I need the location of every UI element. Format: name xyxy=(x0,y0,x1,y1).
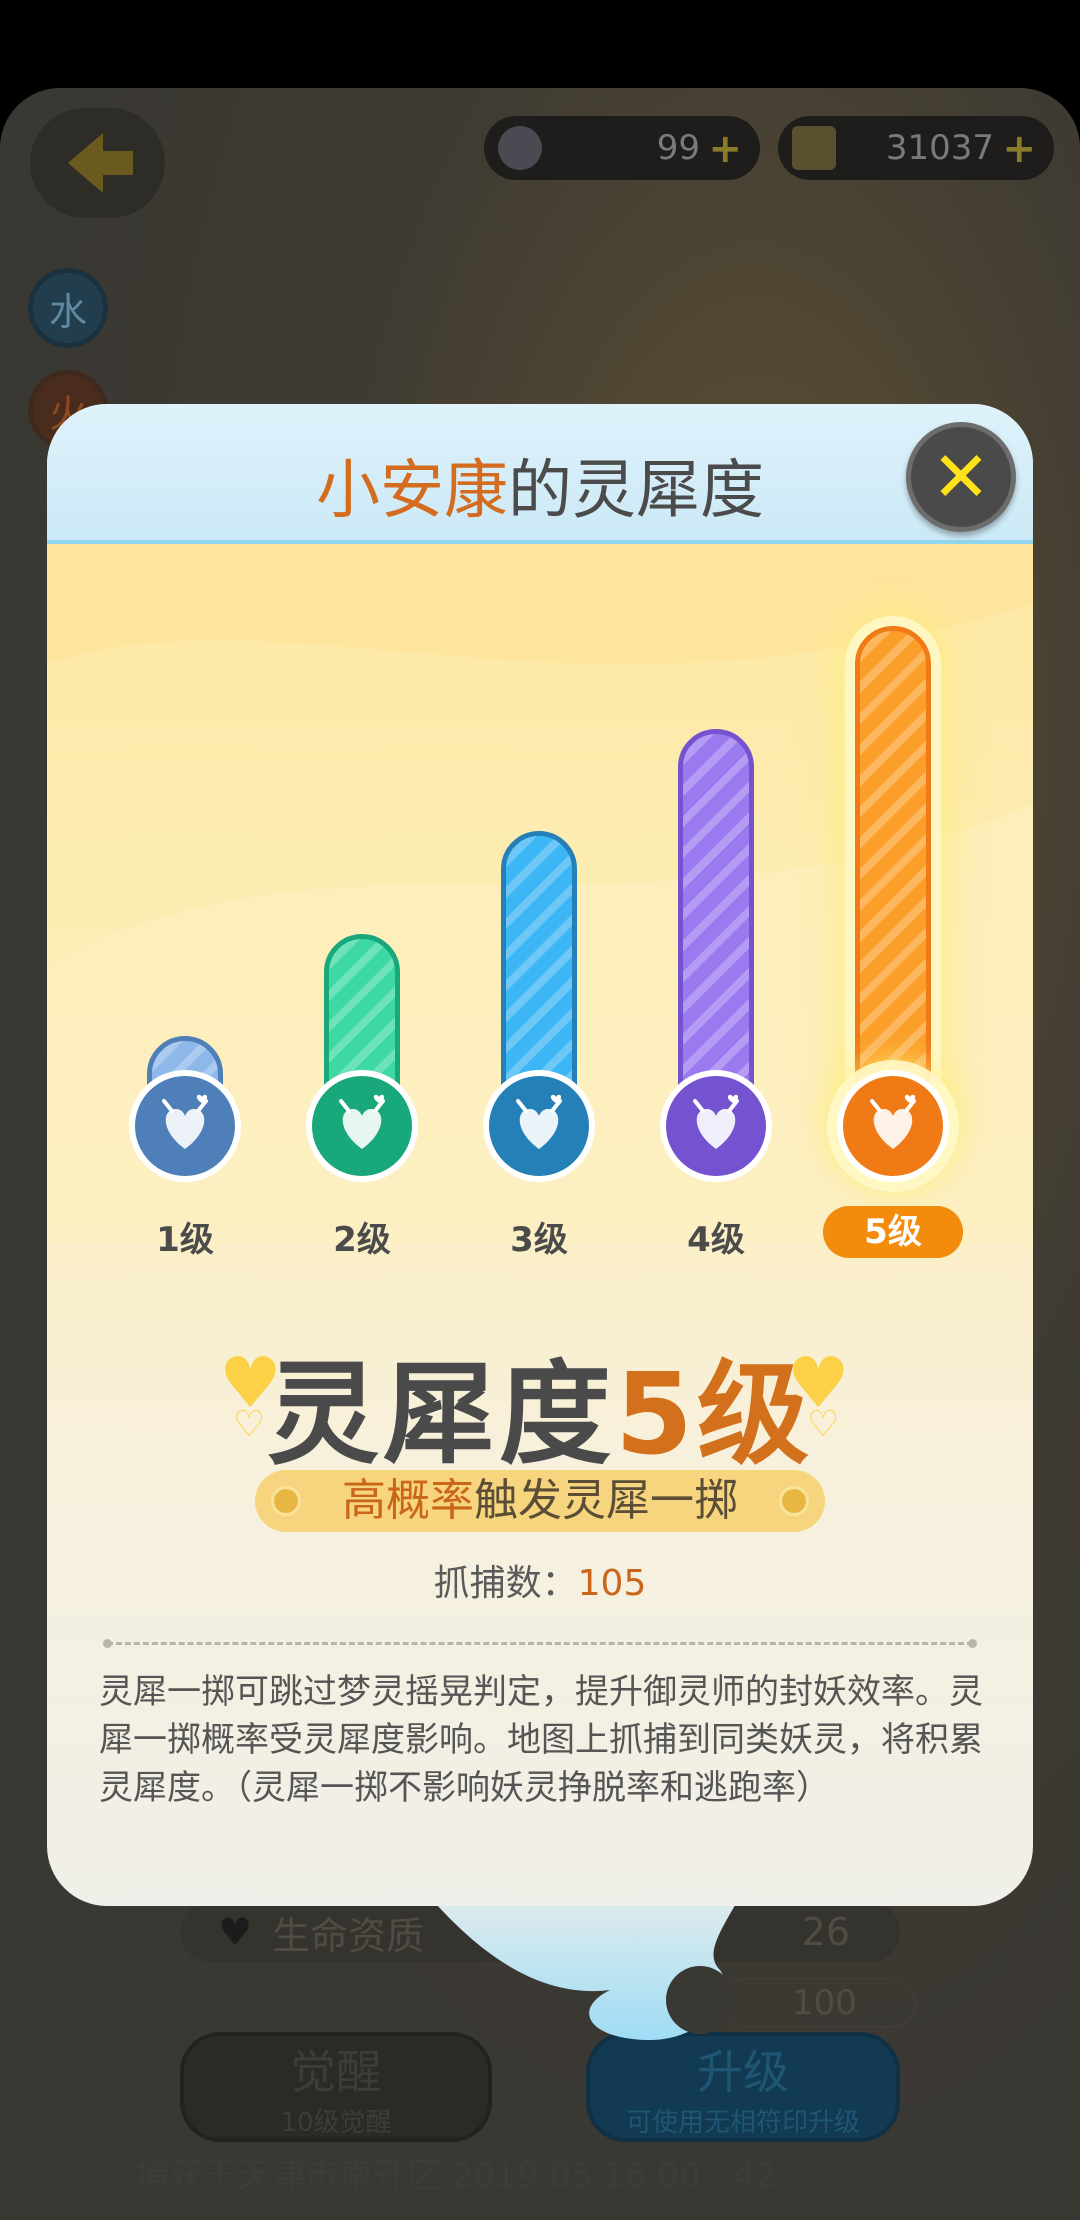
cost-value: 100 xyxy=(792,1983,857,2023)
affinity-level-title: 灵犀度5级 xyxy=(47,1324,1033,1486)
coin-icon xyxy=(779,1486,809,1516)
stat-value: 26 xyxy=(801,1910,850,1954)
upgrade-sub: 可使用无相符印升级 xyxy=(625,2107,860,2138)
catch-label: 抓捕数： xyxy=(433,1563,578,1604)
awaken-label: 觉醒 xyxy=(290,2044,382,2099)
affinity-prefix: 灵犀度 xyxy=(267,1350,616,1480)
element-badge-water: 水 xyxy=(28,268,108,348)
prob-text: 触发灵犀一掷 xyxy=(474,1475,738,1526)
heart-spirit-icon xyxy=(483,1070,595,1182)
divider xyxy=(103,1639,977,1648)
currency-2-value: 31037 xyxy=(885,128,994,168)
level-label: 5级 xyxy=(823,1206,963,1258)
heart-spirit-icon xyxy=(306,1070,418,1182)
probability-banner: 高概率触发灵犀一掷 xyxy=(255,1470,825,1532)
close-button[interactable]: ✕ xyxy=(906,422,1016,532)
catch-value: 105 xyxy=(577,1563,647,1604)
level-label: 2级 xyxy=(333,1220,391,1260)
coupon-icon xyxy=(792,126,836,170)
coin-icon xyxy=(271,1486,301,1516)
currency-1-value: 99 xyxy=(656,128,700,168)
awaken-sub: 10级觉醒 xyxy=(280,2107,392,2138)
level-bar xyxy=(855,626,931,1136)
prob-highlight: 高概率 xyxy=(342,1475,474,1526)
ball-icon xyxy=(498,126,542,170)
add-icon[interactable]: + xyxy=(1002,126,1036,172)
affinity-dialog: 小安康的灵犀度 ✕ 1级 2级 3级 4级 5级 ♥ ♡ ♥ ♡ 灵犀度5级 高概率触发… xyxy=(47,404,1033,1906)
add-icon[interactable]: + xyxy=(708,126,742,172)
close-icon: ✕ xyxy=(931,436,991,518)
currency-pill-1[interactable]: 99 + xyxy=(484,116,760,180)
back-arrow-icon xyxy=(67,133,133,193)
heart-spirit-icon xyxy=(837,1070,949,1182)
affinity-level: 5级 xyxy=(615,1350,813,1480)
level-label: 4级 xyxy=(687,1220,745,1260)
dialog-title: 小安康的灵犀度 xyxy=(47,439,1033,531)
heart-spirit-icon xyxy=(129,1070,241,1182)
capture-info: 捕获于天津市南开区 2019.05.16 00 : 42 xyxy=(135,2156,777,2196)
currency-pill-2[interactable]: 31037 + xyxy=(778,116,1054,180)
back-button[interactable] xyxy=(30,108,165,218)
catch-count: 抓捕数：105 xyxy=(47,1554,1033,1606)
description-text: 灵犀一掷可跳过梦灵摇晃判定，提升御灵师的封妖效率。灵犀一掷概率受灵犀度影响。地图… xyxy=(99,1672,983,1808)
title-suffix: 的灵犀度 xyxy=(508,454,764,528)
heart-spirit-icon xyxy=(660,1070,772,1182)
level-label: 3级 xyxy=(510,1220,568,1260)
pet-name: 小安康 xyxy=(316,454,508,528)
heart-icon: ♥ xyxy=(218,1910,253,1954)
level-label: 1级 xyxy=(156,1220,214,1260)
